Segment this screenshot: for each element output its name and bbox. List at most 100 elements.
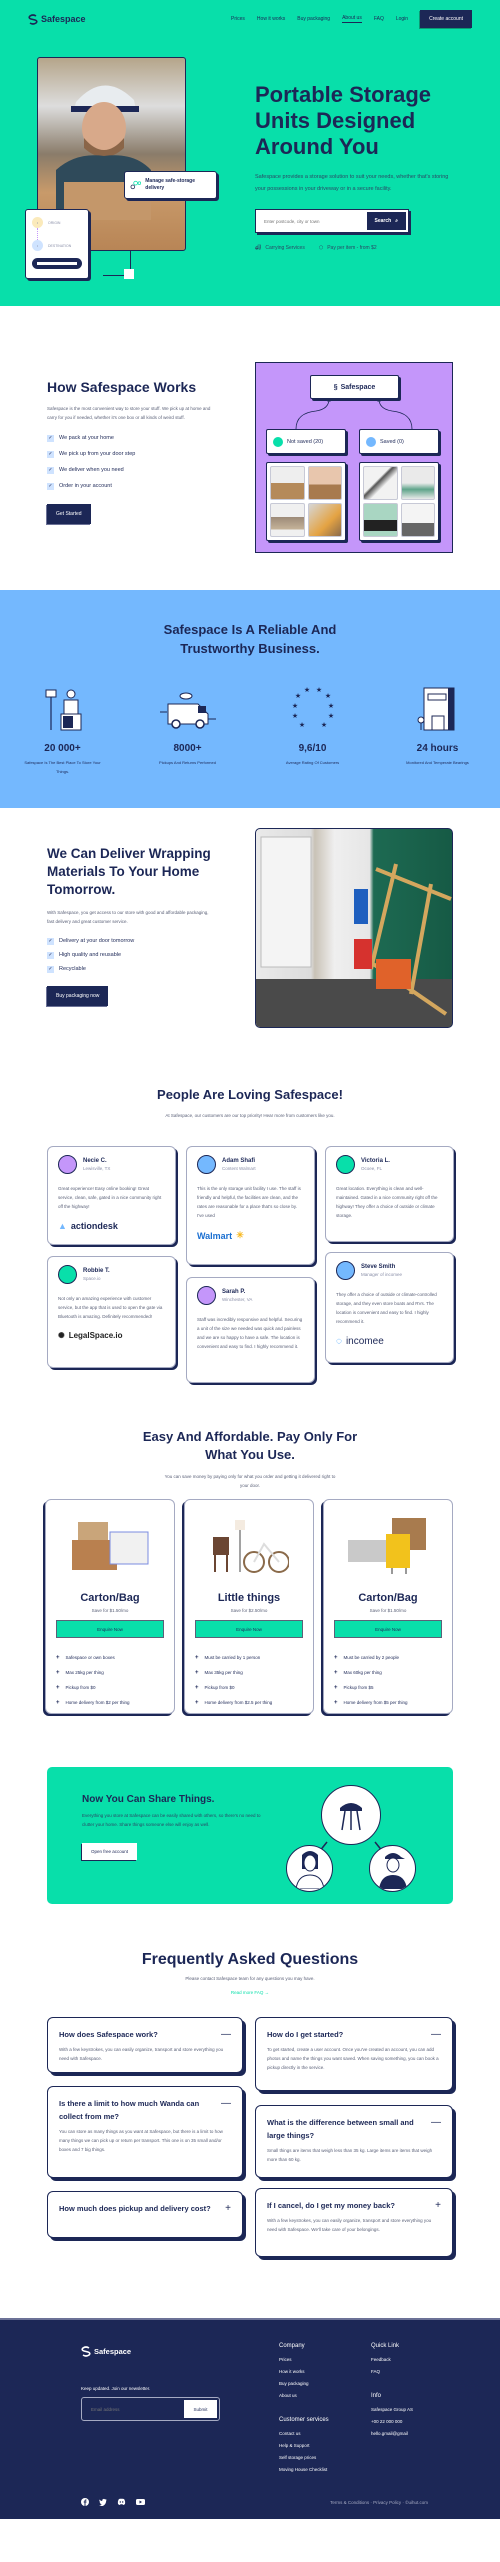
- faq-item[interactable]: How does Safespace work? — With a few key…: [47, 2017, 243, 2073]
- plus-icon[interactable]: +: [225, 2202, 231, 2215]
- email-input[interactable]: [84, 2406, 184, 2412]
- box-icon: ⬡: [318, 245, 324, 251]
- faq-item[interactable]: If I cancel, do I get my money back? + Wi…: [255, 2188, 453, 2257]
- nav-login[interactable]: Login: [396, 16, 408, 22]
- plan-feature: + Max 60kg per thing: [334, 1665, 442, 1680]
- little-things-image: [213, 1520, 290, 1573]
- svg-text:★: ★: [327, 702, 333, 710]
- footer-link[interactable]: Help & Support: [279, 2440, 329, 2452]
- pricing-title: Easy And Affordable. Pay Only For What Y…: [142, 1429, 358, 1462]
- svg-text:★: ★: [291, 702, 297, 710]
- furniture-thumbnail[interactable]: [270, 466, 305, 500]
- nav-about-us[interactable]: About us: [342, 15, 362, 23]
- avatar: [336, 1155, 355, 1174]
- stat-item: 8000+ Pickups And Returns Performed: [125, 684, 250, 776]
- brand-name: Walmart: [197, 1230, 233, 1241]
- furniture-thumbnail[interactable]: [363, 503, 398, 537]
- faq-item[interactable]: How do I get started? — To get started, c…: [255, 2017, 453, 2091]
- plus-icon: +: [195, 1699, 199, 1706]
- nav-prices[interactable]: Prices: [231, 16, 245, 22]
- footer-logo[interactable]: Safespace: [81, 2346, 131, 2357]
- furniture-thumbnail[interactable]: [307, 466, 342, 500]
- nav-faq[interactable]: FAQ: [374, 16, 384, 22]
- read-more-faq-link[interactable]: Read more FAQ →: [0, 1990, 500, 1995]
- brand-logo-walmart: Walmart ✳: [197, 1230, 304, 1241]
- check-label: We deliver when you need: [59, 467, 124, 473]
- footer-link[interactable]: Contact us: [279, 2428, 329, 2440]
- create-account-button[interactable]: Create account: [420, 10, 472, 28]
- submit-button[interactable]: Submit: [184, 2400, 217, 2418]
- location-search-input[interactable]: [258, 218, 367, 224]
- minus-icon[interactable]: —: [431, 2116, 441, 2142]
- tab-label: Not saved (20): [287, 438, 324, 445]
- nav-how-it-works[interactable]: How it works: [257, 16, 285, 22]
- hero-content: Portable Storage Units Designed Around Y…: [255, 82, 455, 251]
- minus-icon[interactable]: —: [221, 2097, 231, 2123]
- logo-icon: §: [333, 383, 338, 391]
- reviewer-name: Steve Smith: [361, 1264, 396, 1270]
- check-label: Order in your account: [59, 483, 112, 489]
- plan-feature: + Home delivery from $2 per thing: [56, 1695, 164, 1710]
- footer-link[interactable]: Feedback: [371, 2354, 399, 2366]
- feature-pay-per-item: ⬡ Pay per item - from $2: [319, 245, 377, 251]
- logo[interactable]: Safespace: [28, 13, 86, 25]
- plan-price: Save for $1.50/mo: [369, 1608, 407, 1613]
- faq-item[interactable]: Is there a limit to how much Wanda can c…: [47, 2086, 243, 2178]
- twitter-icon[interactable]: [99, 2498, 107, 2506]
- furniture-thumbnail[interactable]: [400, 503, 435, 537]
- minus-icon[interactable]: —: [221, 2028, 231, 2041]
- logo-icon: [81, 2346, 91, 2357]
- stat-label: Monitored And Temperate Bearings: [406, 760, 469, 765]
- footer-link[interactable]: Moving House Checklist: [279, 2464, 329, 2476]
- buy-packaging-button[interactable]: Buy packaging now: [47, 986, 109, 1006]
- minus-icon[interactable]: —: [431, 2028, 441, 2041]
- tab-not-saved[interactable]: Not saved (20): [266, 429, 346, 454]
- reviewer-name: Adam Shafi: [222, 1158, 256, 1164]
- footer-link[interactable]: About us: [279, 2390, 309, 2402]
- email-address[interactable]: hello.gmail@gmail: [371, 2428, 413, 2440]
- plus-icon[interactable]: +: [435, 2199, 441, 2212]
- footer-link[interactable]: Self storage prices: [279, 2452, 329, 2464]
- footer-link[interactable]: Prices: [279, 2354, 309, 2366]
- furniture-thumbnail[interactable]: [400, 466, 435, 500]
- testimonial-card: Necie C. Lewisville, TX Great experience!…: [47, 1146, 176, 1245]
- stat-value: 24 hours: [416, 743, 459, 754]
- footer-quick-links: Quick Link Feedback FAQ: [371, 2340, 399, 2378]
- phone-number[interactable]: +00 22 000 000: [371, 2416, 413, 2428]
- youtube-icon[interactable]: [136, 2498, 145, 2506]
- route-submit-button[interactable]: [32, 258, 82, 269]
- footer-link[interactable]: How it works: [279, 2366, 309, 2378]
- stats-section: Safespace Is A Reliable And Trustworthy …: [0, 590, 500, 808]
- faq-section: Frequently Asked Questions Please contac…: [0, 1938, 500, 2318]
- brand-name: actiondesk: [70, 1221, 118, 1231]
- enquire-now-button[interactable]: Enquire Now: [195, 1620, 303, 1638]
- avatar: [58, 1265, 77, 1284]
- search-button[interactable]: Search ⌕: [366, 212, 406, 230]
- faq-item[interactable]: What is the difference between small and…: [255, 2105, 453, 2178]
- footer-link[interactable]: FAQ: [371, 2366, 399, 2378]
- truck-icon: 🚚︎: [255, 245, 262, 251]
- testimonial-card: Sarah P. Winchester, VA Staff was incredi…: [186, 1277, 315, 1383]
- plus-icon: +: [56, 1699, 60, 1706]
- get-started-button[interactable]: Get Started: [47, 504, 91, 524]
- enquire-now-button[interactable]: Enquire Now: [334, 1620, 442, 1638]
- reviewer-role: Ocoee, FL: [361, 1166, 383, 1171]
- footer-link[interactable]: Buy packaging: [279, 2378, 309, 2390]
- legal-links[interactable]: Terms & Conditions · Privacy Policy · ©u…: [330, 2500, 428, 2505]
- discord-icon[interactable]: [117, 2498, 126, 2506]
- feature-text: Pickup from $5: [343, 1685, 374, 1690]
- diagram-header: § Safespace: [310, 375, 399, 399]
- nav-buy-packaging[interactable]: Buy packaging: [297, 16, 330, 22]
- wrapping-content: We Can Deliver Wrapping Materials To You…: [47, 845, 217, 1006]
- wrapping-title: We Can Deliver Wrapping Materials To You…: [47, 846, 211, 897]
- facebook-icon[interactable]: [81, 2498, 89, 2506]
- furniture-thumbnail[interactable]: [270, 503, 305, 537]
- enquire-now-button[interactable]: Enquire Now: [56, 1620, 164, 1638]
- pricing-card: Little things Save for $2.50/mo Enquire …: [184, 1499, 314, 1714]
- tab-saved[interactable]: Saved (0): [359, 429, 439, 454]
- how-checklist: ✓ We pack at your home ✓ We pick up from y…: [47, 430, 217, 494]
- stats-title: Safespace Is A Reliable And Trustworthy …: [163, 622, 337, 656]
- furniture-thumbnail[interactable]: [307, 503, 342, 537]
- furniture-thumbnail[interactable]: [363, 466, 398, 500]
- faq-item[interactable]: How much does pickup and delivery cost? +: [47, 2191, 243, 2238]
